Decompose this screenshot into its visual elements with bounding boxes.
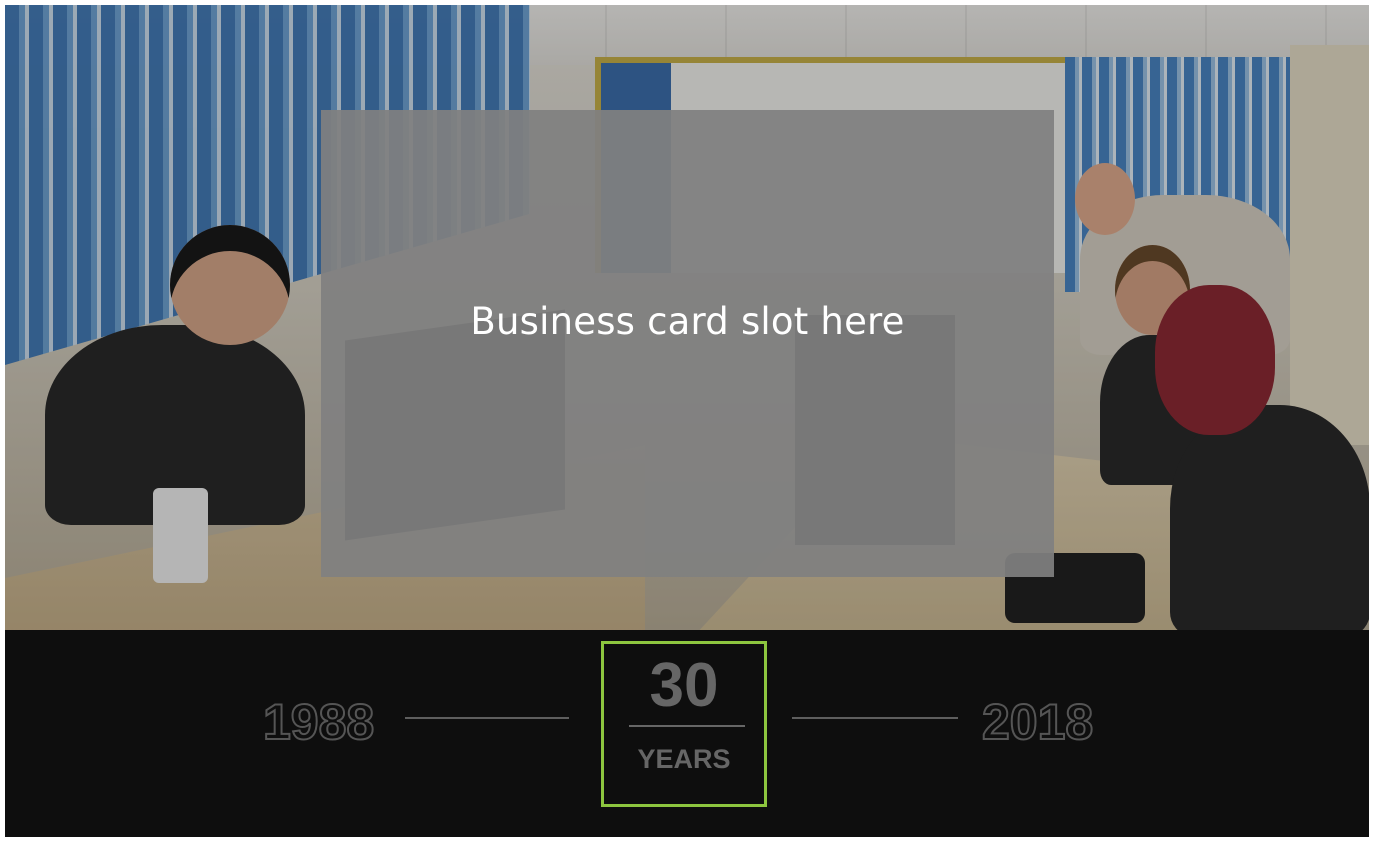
badge-label: YEARS	[637, 744, 731, 774]
anniversary-badge: 30 YEARS	[601, 641, 767, 807]
badge-divider	[629, 725, 745, 727]
start-year: 1988	[262, 694, 375, 750]
timeline-line-left	[405, 717, 569, 719]
business-card-placeholder[interactable]: Business card slot here	[321, 110, 1054, 577]
timeline-line-right	[792, 717, 958, 719]
end-year: 2018	[981, 694, 1094, 750]
placeholder-label: Business card slot here	[470, 300, 905, 343]
badge-number: 30	[649, 651, 719, 720]
